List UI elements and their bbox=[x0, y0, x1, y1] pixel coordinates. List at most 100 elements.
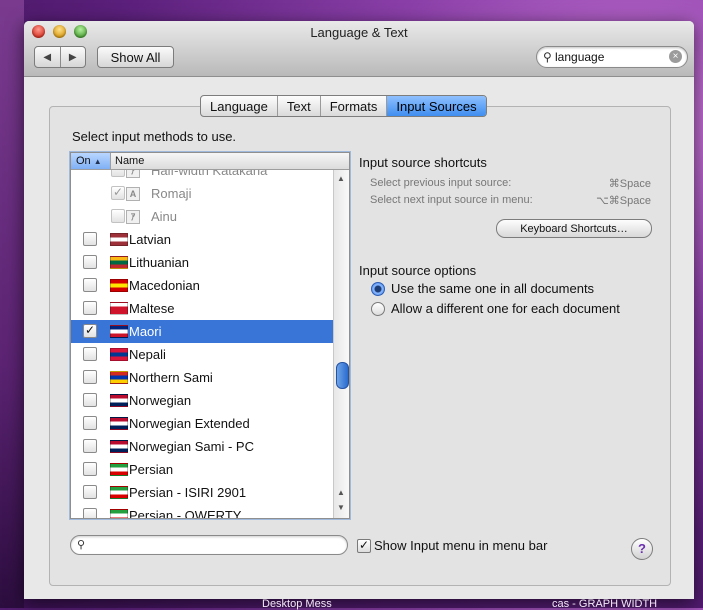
list-item[interactable]: Northern Sami bbox=[71, 366, 333, 389]
list-item-label: Latvian bbox=[129, 232, 171, 247]
list-rows: ｱ Half-width Katakana ✓ A Romaji ｱ Ainu Latvian… bbox=[71, 170, 333, 518]
list-item[interactable]: Persian bbox=[71, 458, 333, 481]
previous-source-label: Select previous input source: bbox=[370, 177, 512, 189]
list-item-label: Persian - ISIRI 2901 bbox=[129, 485, 247, 500]
enable-checkbox[interactable] bbox=[83, 393, 97, 407]
list-item-label: Macedonian bbox=[129, 278, 200, 293]
next-source-label: Select next input source in menu: bbox=[370, 194, 533, 206]
enable-checkbox[interactable] bbox=[83, 485, 97, 499]
scroll-up-icon[interactable]: ▲ bbox=[337, 488, 345, 497]
list-item[interactable]: Persian - QWERTY bbox=[71, 504, 333, 518]
search-icon: ⚲ bbox=[543, 50, 552, 64]
enable-checkbox[interactable] bbox=[83, 232, 97, 246]
country-flag-icon bbox=[110, 371, 128, 384]
list-item[interactable]: Persian - ISIRI 2901 bbox=[71, 481, 333, 504]
column-on-label: On bbox=[76, 155, 91, 167]
input-method-icon: ｱ bbox=[126, 210, 140, 224]
list-filter-field[interactable]: ⚲ bbox=[70, 535, 348, 555]
country-flag-icon bbox=[110, 394, 128, 407]
list-item[interactable]: Norwegian Extended bbox=[71, 412, 333, 435]
country-flag-icon bbox=[110, 509, 128, 518]
tab-formats[interactable]: Formats bbox=[321, 96, 388, 116]
forward-arrow-icon[interactable]: ▶ bbox=[61, 47, 86, 67]
country-flag-icon bbox=[110, 348, 128, 361]
search-input[interactable]: language bbox=[555, 50, 604, 64]
list-item-label: Norwegian Sami - PC bbox=[129, 439, 254, 454]
search-icon: ⚲ bbox=[77, 539, 86, 551]
show-input-menu-checkbox[interactable]: ✓ bbox=[357, 538, 371, 553]
enable-checkbox[interactable] bbox=[83, 255, 97, 269]
enable-checkbox[interactable] bbox=[83, 416, 97, 430]
search-field[interactable]: ⚲ language × bbox=[536, 46, 688, 68]
enable-checkbox[interactable] bbox=[111, 170, 125, 177]
list-item[interactable]: Norwegian bbox=[71, 389, 333, 412]
enable-checkbox[interactable]: ✓ bbox=[83, 324, 97, 338]
list-item-label: Maori bbox=[129, 324, 162, 339]
list-item[interactable]: Latvian bbox=[71, 228, 333, 251]
radio-selected-icon[interactable] bbox=[371, 281, 385, 296]
list-item[interactable]: ✓ Maori bbox=[71, 320, 333, 343]
scroll-down-icon[interactable]: ▼ bbox=[337, 503, 345, 512]
list-item-label: Persian bbox=[129, 462, 174, 477]
tab-text[interactable]: Text bbox=[278, 96, 321, 116]
enable-checkbox[interactable] bbox=[83, 370, 97, 384]
help-button[interactable]: ? bbox=[631, 538, 653, 560]
clear-search-icon[interactable]: × bbox=[669, 50, 682, 63]
keyboard-shortcuts-button[interactable]: Keyboard Shortcuts… bbox=[496, 219, 652, 238]
previous-source-shortcut: Select previous input source: ⌘Space bbox=[370, 177, 651, 190]
desktop-label-right: cas - GRAPH WIDTH bbox=[552, 598, 658, 610]
list-item[interactable]: Lithuanian bbox=[71, 251, 333, 274]
tab-input-sources[interactable]: Input Sources bbox=[387, 96, 486, 116]
vertical-scrollbar[interactable]: ▲ ▲ ▼ bbox=[333, 170, 349, 518]
list-item-label: Lithuanian bbox=[129, 255, 189, 270]
tab-language[interactable]: Language bbox=[201, 96, 278, 116]
column-header-name[interactable]: Name bbox=[112, 153, 144, 169]
enable-checkbox[interactable] bbox=[83, 508, 97, 518]
list-item-label: Romaji bbox=[151, 186, 192, 201]
list-item-label: Persian - QWERTY bbox=[129, 508, 242, 518]
list-item-label: Norwegian Extended bbox=[129, 416, 250, 431]
list-item[interactable]: Macedonian bbox=[71, 274, 333, 297]
enable-checkbox[interactable] bbox=[111, 209, 125, 223]
enable-checkbox[interactable] bbox=[83, 462, 97, 476]
list-item-label: Norwegian bbox=[129, 393, 192, 408]
list-item[interactable]: Norwegian Sami - PC bbox=[71, 435, 333, 458]
show-input-menu-option[interactable]: ✓ Show Input menu in menu bar bbox=[357, 538, 547, 553]
enable-checkbox[interactable] bbox=[83, 439, 97, 453]
desktop-background bbox=[0, 0, 24, 608]
radio-same-source[interactable]: Use the same one in all documents bbox=[371, 281, 594, 296]
country-flag-icon bbox=[110, 440, 128, 453]
country-flag-icon bbox=[110, 486, 128, 499]
list-item[interactable]: Maltese bbox=[71, 297, 333, 320]
enable-checkbox[interactable]: ✓ bbox=[111, 186, 125, 200]
country-flag-icon bbox=[110, 233, 128, 246]
sort-ascending-icon: ▲ bbox=[93, 156, 102, 166]
enable-checkbox[interactable] bbox=[83, 278, 97, 292]
country-flag-icon bbox=[110, 325, 128, 338]
options-title: Input source options bbox=[359, 263, 477, 278]
list-item-label: Half-width Katakana bbox=[151, 170, 268, 178]
scroll-thumb[interactable] bbox=[336, 362, 349, 389]
radio-different-source[interactable]: Allow a different one for each document bbox=[371, 301, 620, 316]
country-flag-icon bbox=[110, 463, 128, 476]
country-flag-icon bbox=[110, 417, 128, 430]
list-item-label: Ainu bbox=[151, 209, 178, 224]
next-source-key: ⌥⌘Space bbox=[596, 195, 651, 207]
radio-unselected-icon[interactable] bbox=[371, 301, 385, 316]
enable-checkbox[interactable] bbox=[83, 347, 97, 361]
show-all-button[interactable]: Show All bbox=[97, 46, 174, 68]
back-arrow-icon[interactable]: ◀ bbox=[35, 47, 61, 67]
next-source-shortcut: Select next input source in menu: ⌥⌘Spac… bbox=[370, 194, 651, 207]
column-header-on[interactable]: On ▲ bbox=[71, 153, 111, 169]
list-item[interactable]: ✓ A Romaji bbox=[71, 182, 333, 205]
enable-checkbox[interactable] bbox=[83, 301, 97, 315]
country-flag-icon bbox=[110, 256, 128, 269]
list-item[interactable]: ｱ Half-width Katakana bbox=[71, 170, 333, 182]
country-flag-icon bbox=[110, 302, 128, 315]
scroll-up-icon[interactable]: ▲ bbox=[337, 174, 345, 183]
list-item[interactable]: ｱ Ainu bbox=[71, 205, 333, 228]
back-forward-control: ◀ ▶ bbox=[34, 46, 86, 68]
show-input-menu-label: Show Input menu in menu bar bbox=[374, 538, 548, 553]
list-item[interactable]: Nepali bbox=[71, 343, 333, 366]
shortcuts-title: Input source shortcuts bbox=[359, 155, 487, 170]
